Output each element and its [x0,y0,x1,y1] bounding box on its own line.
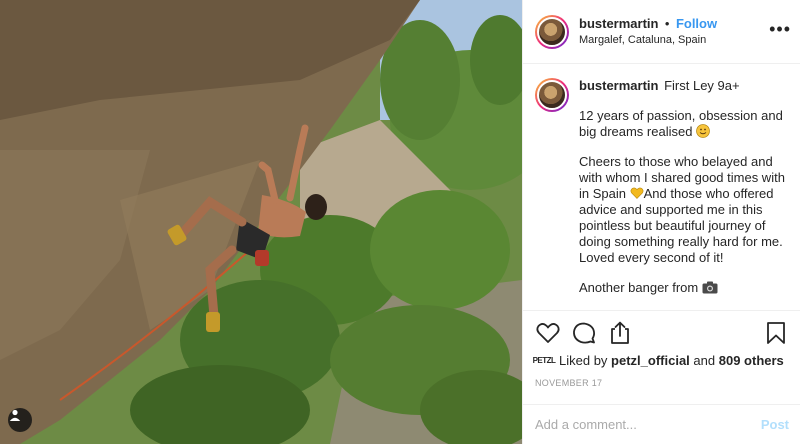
comment-input[interactable] [535,417,761,432]
post-date[interactable]: NOVEMBER 17 [535,378,789,388]
location-link[interactable]: Margalef, Cataluna, Spain [579,32,717,48]
caption-avatar[interactable] [535,78,569,112]
others-link[interactable]: 809 others [719,353,784,368]
save-button[interactable] [763,320,789,346]
share-button[interactable] [607,320,633,346]
user-tag-button[interactable] [8,408,32,432]
separator-dot: • [664,15,670,31]
username-link[interactable]: bustermartin [579,16,658,31]
caption-paragraph-3: Another banger from [579,280,789,296]
caption-paragraph-2: Cheers to those who belayed and with who… [579,154,785,265]
post-header: bustermartin • Follow Margalef, Cataluna… [523,0,800,64]
petzl-logo: PETZL [532,356,556,365]
likes-summary: PETZL Liked by petzl_official and 809 ot… [532,353,789,368]
caption-username[interactable]: bustermartin [579,78,658,93]
follow-button[interactable]: Follow [676,16,717,31]
post-comment-button[interactable]: Post [761,417,789,432]
comment-icon [573,322,595,344]
caption-row: bustermartin First Ley 9a+ 12 years of p… [535,78,789,296]
caption-text: bustermartin First Ley 9a+ 12 years of p… [579,78,789,296]
comment-button[interactable] [571,320,597,346]
avatar[interactable] [535,14,569,49]
share-icon [611,321,629,344]
user-tag-icon [9,409,21,421]
yellow-heart-emoji [630,187,644,199]
like-button[interactable] [535,320,561,346]
post-photo[interactable] [0,0,522,444]
heart-icon [536,323,560,343]
post-actions: PETZL Liked by petzl_official and 809 ot… [523,310,800,404]
caption-title: First Ley 9a+ [664,78,740,93]
camera-icon [702,281,718,294]
liker-link[interactable]: petzl_official [611,353,690,368]
liked-by-prefix: Liked by [559,353,608,368]
action-icons [535,319,789,347]
caption-paragraph-1: 12 years of passion, obsession and big d… [579,108,783,139]
bookmark-icon [767,322,785,344]
liked-by-conjunction: and [693,353,716,368]
caption-area: bustermartin First Ley 9a+ 12 years of p… [523,64,800,310]
smile-emoji [696,124,710,138]
climbing-photo [0,0,522,444]
header-text: bustermartin • Follow Margalef, Cataluna… [579,16,717,48]
comment-bar: Post [523,404,800,444]
more-options-icon[interactable]: ••• [769,20,791,38]
post-sidebar: bustermartin • Follow Margalef, Cataluna… [522,0,800,444]
